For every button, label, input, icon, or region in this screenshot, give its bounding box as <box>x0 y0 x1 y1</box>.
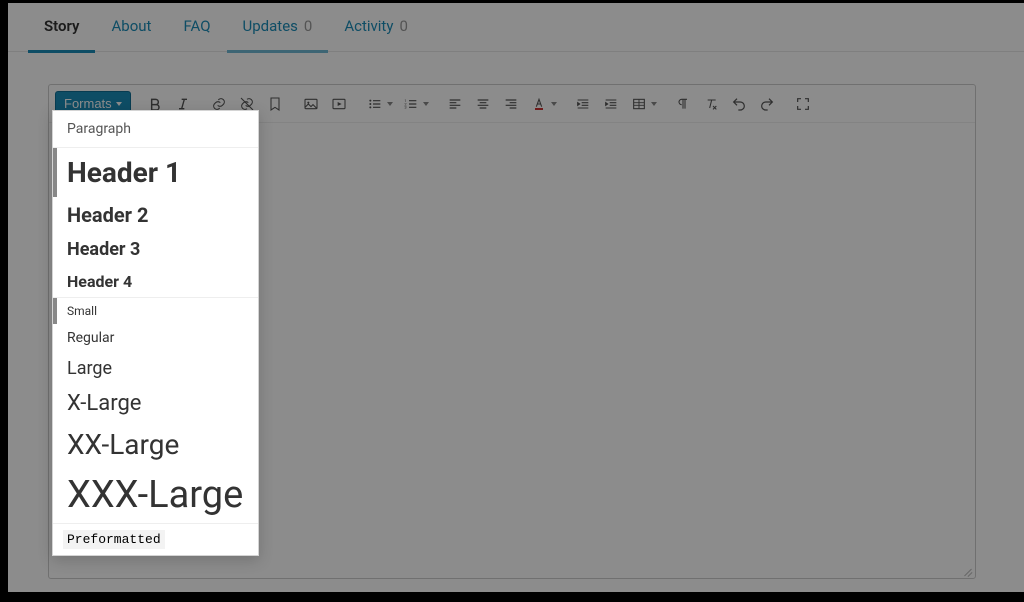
frame-border-top <box>0 0 1024 3</box>
tabs-bar: Story About FAQ Updates 0 Activity 0 <box>0 0 1024 52</box>
format-paragraph[interactable]: Paragraph <box>53 111 258 147</box>
bookmark-button[interactable] <box>261 90 289 118</box>
table-icon <box>631 96 647 112</box>
group-insert <box>297 90 353 118</box>
textcolor-button[interactable] <box>525 90 561 118</box>
formats-label: Formats <box>64 96 112 111</box>
ul-button[interactable] <box>361 90 397 118</box>
ol-button[interactable]: 123 <box>397 90 433 118</box>
align-right-button[interactable] <box>497 90 525 118</box>
group-format <box>669 90 781 118</box>
tab-label: FAQ <box>183 17 210 35</box>
undo-button[interactable] <box>725 90 753 118</box>
tab-label: About <box>111 17 151 35</box>
undo-icon <box>731 96 747 112</box>
indent-button[interactable] <box>597 90 625 118</box>
clear-format-icon <box>703 96 719 112</box>
ol-icon: 123 <box>403 96 419 112</box>
indent-icon <box>603 96 619 112</box>
video-button[interactable] <box>325 90 353 118</box>
format-preformatted[interactable]: Preformatted <box>63 530 165 549</box>
align-center-button[interactable] <box>469 90 497 118</box>
outdent-button[interactable] <box>569 90 597 118</box>
clear-format-button[interactable] <box>697 90 725 118</box>
pilcrow-icon <box>675 96 691 112</box>
format-xx-large[interactable]: XX-Large <box>53 422 258 467</box>
tab-label: Story <box>44 17 79 35</box>
tab-activity[interactable]: Activity 0 <box>328 0 424 52</box>
format-header-3[interactable]: Header 3 <box>53 233 258 266</box>
frame-border-bottom <box>0 592 1024 602</box>
group-indent <box>569 90 661 118</box>
tab-label: Updates <box>243 17 298 35</box>
format-header-1[interactable]: Header 1 <box>53 148 258 197</box>
frame-border-right <box>0 0 8 602</box>
format-small[interactable]: Small <box>53 298 258 324</box>
align-right-icon <box>503 96 519 112</box>
fullscreen-icon <box>795 96 811 112</box>
ul-icon <box>367 96 383 112</box>
group-align <box>441 90 561 118</box>
table-button[interactable] <box>625 90 661 118</box>
outdent-icon <box>575 96 591 112</box>
align-center-icon <box>475 96 491 112</box>
fullscreen-button[interactable] <box>789 90 817 118</box>
tab-updates[interactable]: Updates 0 <box>227 0 329 52</box>
format-header-4[interactable]: Header 4 <box>53 266 258 297</box>
format-regular[interactable]: Regular <box>53 324 258 352</box>
format-x-large[interactable]: X-Large <box>53 385 258 422</box>
align-left-button[interactable] <box>441 90 469 118</box>
image-button[interactable] <box>297 90 325 118</box>
video-icon <box>331 96 347 112</box>
tab-about[interactable]: About <box>95 0 167 52</box>
resize-handle[interactable] <box>961 564 973 576</box>
tab-faq[interactable]: FAQ <box>167 0 226 52</box>
align-left-icon <box>447 96 463 112</box>
caret-down-icon <box>116 102 122 106</box>
paragraph-symbol-button[interactable] <box>669 90 697 118</box>
page: Story About FAQ Updates 0 Activity 0 Forma… <box>0 0 1024 602</box>
formats-dropdown: Paragraph Header 1 Header 2 Header 3 Hea… <box>52 110 259 556</box>
tab-count: 0 <box>399 17 407 35</box>
format-xxx-large[interactable]: XXX-Large <box>53 467 258 523</box>
tab-story[interactable]: Story <box>28 0 95 52</box>
format-header-2[interactable]: Header 2 <box>53 197 258 233</box>
format-large[interactable]: Large <box>53 352 258 385</box>
svg-text:3: 3 <box>404 104 406 109</box>
group-fullscreen <box>789 90 817 118</box>
bookmark-icon <box>267 96 283 112</box>
textcolor-icon <box>531 96 547 112</box>
image-icon <box>303 96 319 112</box>
tab-label: Activity <box>344 17 393 35</box>
redo-icon <box>759 96 775 112</box>
redo-button[interactable] <box>753 90 781 118</box>
tab-count: 0 <box>304 17 312 35</box>
group-lists: 123 <box>361 90 433 118</box>
